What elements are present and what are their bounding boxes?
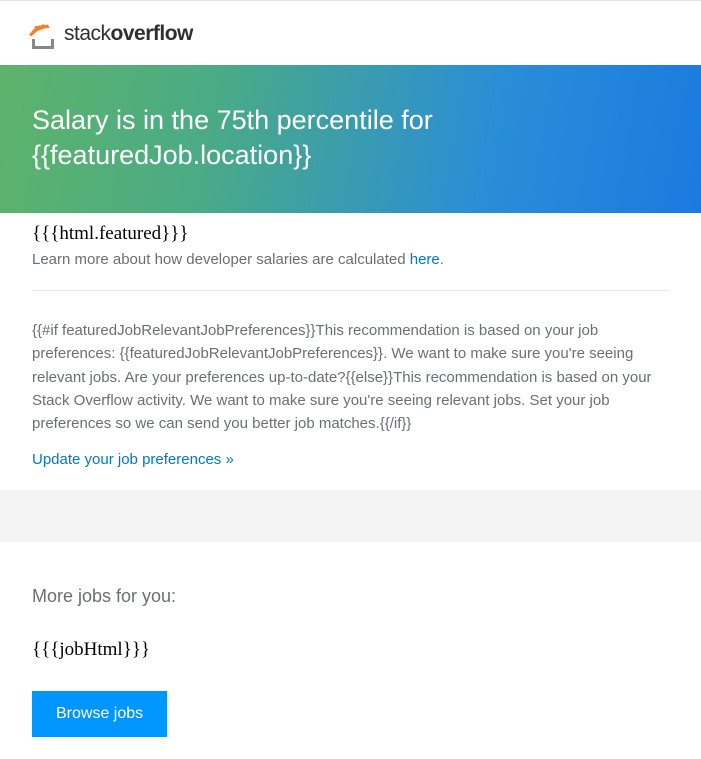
recommendation-text: {{#if featuredJobRelevantJobPreferences}…: [32, 319, 669, 435]
learn-more-prefix: Learn more about how developer salaries …: [32, 251, 410, 268]
learn-more-text: Learn more about how developer salaries …: [32, 251, 669, 268]
more-jobs-title: More jobs for you:: [32, 586, 669, 607]
learn-more-suffix: .: [440, 251, 444, 268]
section-gap: [0, 490, 701, 542]
stackoverflow-logo-icon: [32, 19, 58, 49]
content-section: {{{html.featured}}} Learn more about how…: [0, 213, 701, 490]
job-html-placeholder: {{{jobHtml}}}: [32, 639, 669, 661]
hero-banner: Salary is in the 75th percentile for {{f…: [0, 65, 701, 213]
more-jobs-section: More jobs for you: {{{jobHtml}}} Browse …: [0, 542, 701, 759]
browse-jobs-button[interactable]: Browse jobs: [32, 691, 167, 737]
logo-section: stackoverflow: [0, 1, 701, 65]
featured-html-placeholder: {{{html.featured}}}: [32, 223, 669, 245]
email-container: stackoverflow Salary is in the 75th perc…: [0, 0, 701, 490]
learn-more-link[interactable]: here: [410, 251, 440, 268]
update-preferences-link[interactable]: Update your job preferences »: [32, 451, 234, 468]
stackoverflow-logo-text: stackoverflow: [64, 22, 193, 46]
logo-text-bold: overflow: [111, 22, 193, 45]
hero-title: Salary is in the 75th percentile for {{f…: [32, 103, 669, 173]
divider: [32, 290, 669, 291]
logo-text-light: stack: [64, 22, 111, 45]
